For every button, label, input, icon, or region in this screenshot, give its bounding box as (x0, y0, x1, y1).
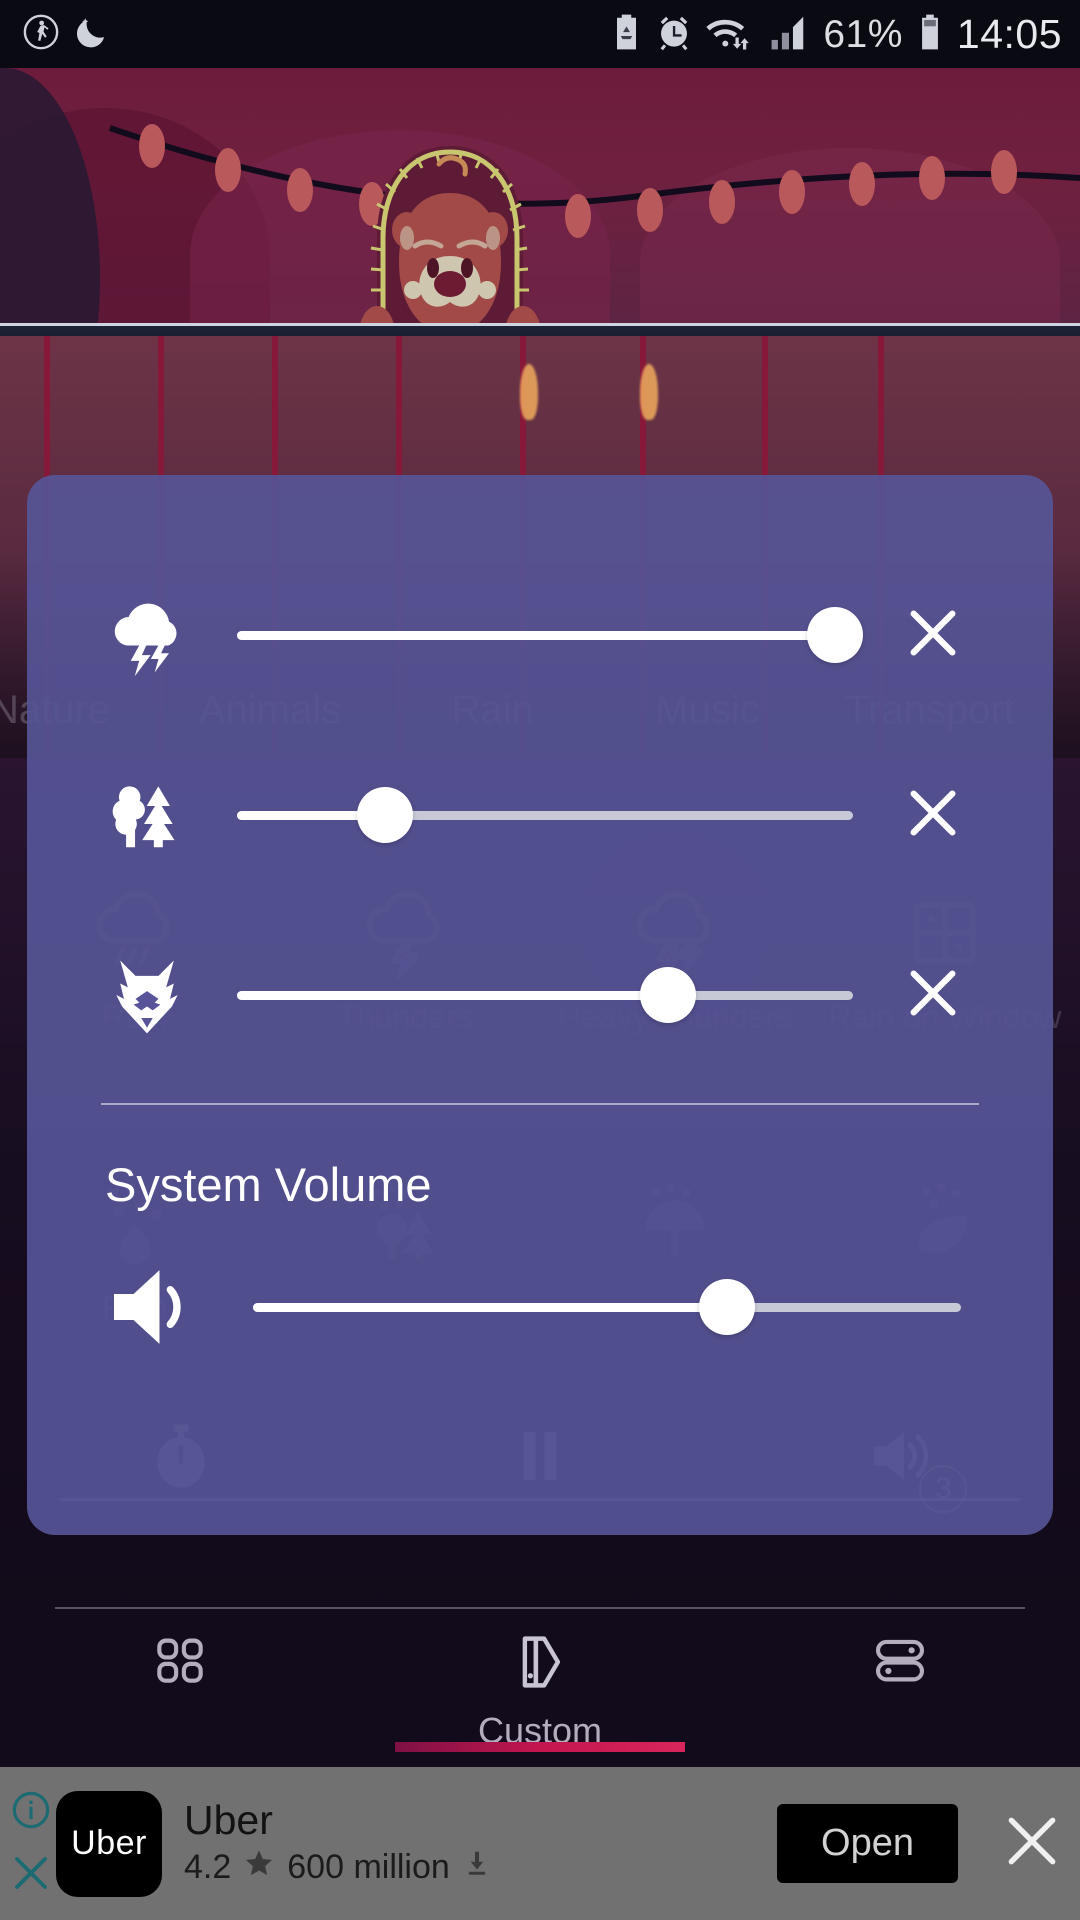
remove-sound-button[interactable] (887, 964, 979, 1027)
ad-app-icon[interactable]: Uber (56, 1790, 162, 1897)
dialog-divider (101, 1103, 979, 1105)
slider-fill (237, 630, 835, 640)
ad-text-block: Uber 4.2 600 million (184, 1796, 492, 1888)
remove-sound-button[interactable] (887, 604, 979, 667)
ad-app-icon-label: Uber (71, 1824, 147, 1862)
ad-banner: Uber Uber 4.2 600 million Open (0, 1767, 1080, 1920)
volume-slider-wolf[interactable] (237, 965, 853, 1025)
pedometer-icon (22, 13, 60, 56)
tab-custom[interactable]: Custom (360, 1607, 720, 1752)
download-icon (462, 1848, 492, 1887)
ad-app-meta: 4.2 600 million (184, 1847, 492, 1888)
mixer-row-wolf (101, 905, 979, 1085)
close-icon (904, 604, 962, 667)
mixer-row-forest (101, 725, 979, 905)
system-volume-slider[interactable] (253, 1277, 961, 1337)
slider-fill (253, 1302, 728, 1312)
bottom-tab-bar: Custom (0, 1607, 1080, 1767)
remove-sound-button[interactable] (887, 784, 979, 847)
data-saver-icon (610, 13, 643, 56)
ad-close-button[interactable] (984, 1810, 1080, 1877)
status-bar: 61% 14:05 (0, 0, 1080, 68)
alarm-icon (655, 13, 693, 56)
close-icon (904, 784, 962, 847)
tab-sounds[interactable] (0, 1607, 360, 1706)
mixer-row-heavy-thunders (101, 545, 979, 725)
ad-side-controls (0, 1767, 56, 1920)
slider-thumb[interactable] (699, 1279, 756, 1335)
close-icon (1001, 1810, 1063, 1877)
ad-rating-value: 4.2 (184, 1847, 232, 1886)
grid-icon (149, 1629, 211, 1696)
slider-fill (237, 990, 669, 1000)
ad-open-button[interactable]: Open (777, 1804, 958, 1883)
ad-app-title: Uber (184, 1796, 273, 1843)
speaker-volume-icon (101, 1255, 253, 1359)
slider-thumb[interactable] (640, 967, 697, 1023)
active-tab-indicator (395, 1742, 685, 1752)
system-volume-title: System Volume (105, 1158, 432, 1211)
wifi-icon (705, 13, 755, 56)
forest-trees-icon (101, 772, 231, 858)
volume-slider-forest[interactable] (237, 785, 853, 845)
custom-mix-icon (507, 1629, 573, 1700)
clock-time: 14:05 (956, 10, 1062, 57)
info-icon[interactable] (10, 1789, 52, 1836)
slider-thumb[interactable] (356, 787, 413, 843)
thunder-cloud-icon (101, 589, 231, 681)
battery-icon (915, 13, 945, 56)
system-volume-row (101, 1222, 979, 1392)
app-screen: 61% 14:05 Custom System Volume Uber Uber… (0, 0, 1080, 1920)
close-icon (904, 964, 962, 1027)
status-bar-left (22, 13, 112, 56)
wolf-head-icon (101, 949, 231, 1041)
sliders-icon (869, 1629, 931, 1696)
status-bar-right: 61% 14:05 (610, 13, 1062, 56)
battery-percent: 61% (823, 12, 903, 56)
ad-dismiss-icon[interactable] (10, 1852, 52, 1899)
volume-mixer-dialog: System Volume (27, 475, 1053, 1535)
tab-settings[interactable] (720, 1607, 1080, 1706)
do-not-disturb-moon-icon (74, 13, 112, 56)
star-icon (243, 1847, 275, 1888)
volume-slider-heavy-thunders[interactable] (237, 605, 863, 665)
slider-thumb[interactable] (806, 607, 863, 663)
ad-installs: 600 million (287, 1847, 450, 1886)
signal-icon (767, 13, 811, 56)
